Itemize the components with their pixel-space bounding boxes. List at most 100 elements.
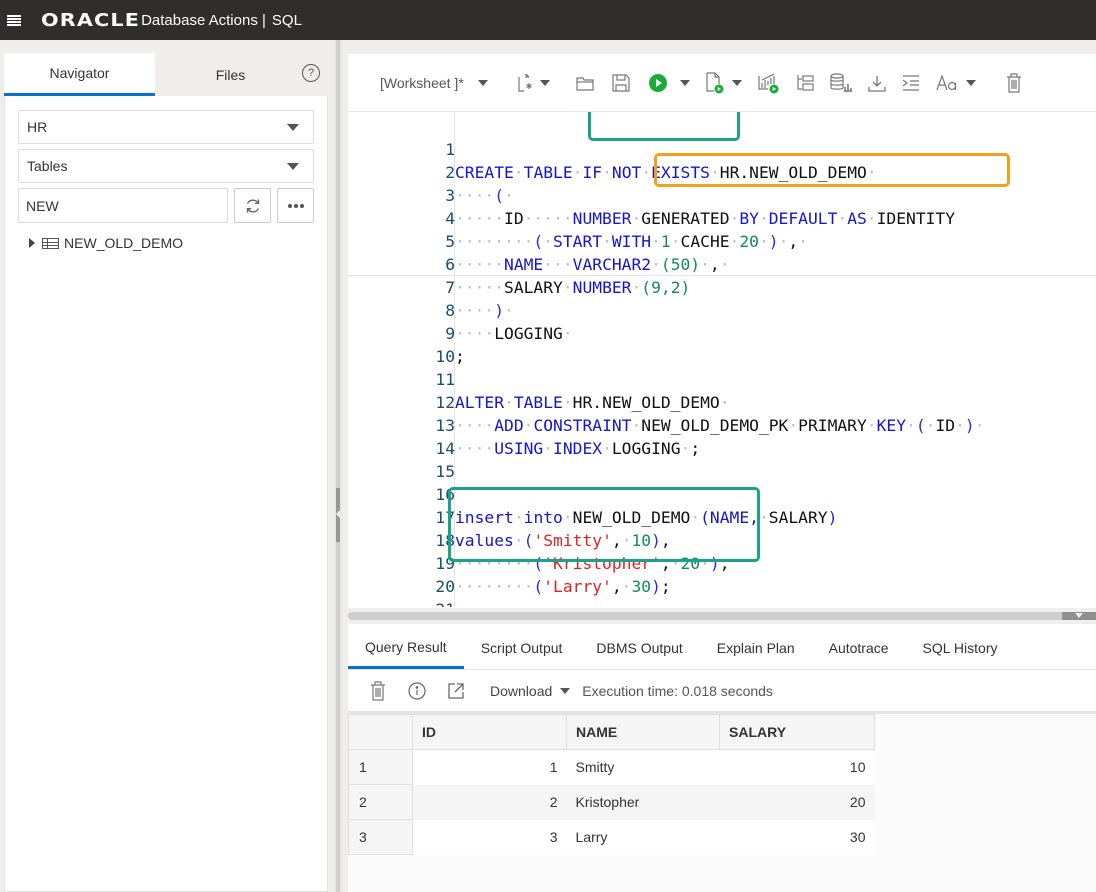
code-line: 6 ·····SALARY·NUMBER·(9,2)	[445, 255, 691, 297]
save-icon[interactable]	[612, 71, 630, 95]
code-line: 5 ·····NAME···VARCHAR2·(50)·,·	[445, 232, 730, 274]
code-line: 16 insert·into·NEW_OLD_DEMO·(NAME,·SALAR…	[435, 485, 838, 527]
download-label: Download	[490, 683, 553, 699]
code-line: 1 CREATE·TABLE·IF·NOT·EXISTS·HR.NEW_OLD_…	[348, 115, 1096, 182]
refresh-button[interactable]	[234, 188, 272, 223]
schema-select[interactable]: HR	[18, 110, 314, 144]
table-row[interactable]: 2 2 Kristopher 20	[348, 784, 875, 820]
cell-id[interactable]: 2	[412, 784, 567, 820]
tab-sql-history[interactable]: SQL History	[906, 627, 1015, 669]
code-line: 4 ········(·START·WITH·1·CACHE·20·)·,·	[445, 209, 809, 251]
object-filter-input[interactable]	[18, 188, 229, 223]
column-header-salary[interactable]: SALARY	[719, 714, 875, 750]
execution-time: Execution time: 0.018 seconds	[582, 683, 773, 699]
chevron-down-icon	[560, 688, 571, 694]
sql-editor[interactable]: 1 CREATE·TABLE·IF·NOT·EXISTS·HR.NEW_OLD_…	[348, 112, 1096, 607]
code-line: 18 ········('Kristopher',·20·),	[435, 531, 730, 573]
editor-pane: [Worksheet ]* 1 CREATE·TABLE·IF·NOT·EXIS…	[348, 54, 1096, 892]
column-header-id[interactable]: ID	[412, 714, 567, 750]
code-line: 3 ·····ID·····NUMBER·GENERATED·BY·DEFAUL…	[445, 186, 956, 228]
tab-files[interactable]: Files	[155, 53, 306, 96]
code-line: 10	[435, 347, 455, 366]
table-row[interactable]: 3 3 Larry 30	[348, 819, 875, 855]
code-line: 13 ····USING·INDEX·LOGGING·;	[435, 416, 701, 458]
top-bar: ORACLE Database Actions | SQL	[0, 0, 1096, 40]
run-dropdown[interactable]	[679, 79, 690, 86]
grid-header-row: ID NAME SALARY	[348, 714, 875, 750]
scrollbar-track[interactable]	[348, 612, 1074, 620]
cell-id[interactable]: 1	[412, 749, 567, 785]
download-icon[interactable]	[868, 71, 886, 95]
table-icon	[42, 237, 59, 249]
tab-navigator[interactable]: Navigator	[4, 53, 155, 96]
column-header-name[interactable]: NAME	[566, 714, 720, 750]
font-size-icon[interactable]	[936, 71, 958, 95]
open-in-new-icon[interactable]	[448, 683, 464, 699]
cell-salary[interactable]: 10	[719, 749, 875, 785]
sql-tuning-icon[interactable]	[830, 71, 852, 95]
code-line: 2 ····(·	[445, 163, 514, 205]
hamburger-menu-icon[interactable]	[7, 14, 21, 26]
scroll-down-button[interactable]	[1062, 612, 1096, 620]
row-number: 3	[348, 819, 413, 855]
autotrace-icon[interactable]	[758, 71, 780, 95]
chevron-down-icon	[287, 162, 299, 170]
code-line: 7 ····)·	[348, 253, 1096, 320]
object-type-select[interactable]: Tables	[18, 149, 314, 183]
row-number: 2	[348, 784, 413, 820]
run-script-icon[interactable]	[706, 71, 724, 95]
cell-salary[interactable]: 20	[719, 784, 875, 820]
tab-dbms-output[interactable]: DBMS Output	[579, 627, 699, 669]
trash-icon[interactable]	[370, 681, 386, 701]
code-line: 9 ;	[445, 324, 465, 366]
table-row[interactable]: 1 1 Smitty 10	[348, 749, 875, 785]
cell-name[interactable]: Smitty	[566, 749, 720, 785]
clear-icon[interactable]	[1006, 71, 1022, 95]
font-size-dropdown[interactable]	[965, 79, 976, 86]
run-statement-icon[interactable]	[648, 71, 668, 95]
tab-autotrace[interactable]: Autotrace	[812, 627, 906, 669]
app-section: SQL	[271, 11, 302, 29]
code-line: 17 values·('Smitty',·10),	[435, 508, 671, 550]
code-line: 20	[435, 577, 455, 596]
expand-icon[interactable]	[29, 238, 35, 248]
open-icon[interactable]	[576, 71, 594, 95]
more-icon	[287, 203, 304, 208]
more-actions-button[interactable]	[277, 188, 315, 223]
worksheet-selector[interactable]: [Worksheet ]*	[380, 75, 488, 91]
help-icon[interactable]: ?	[302, 64, 320, 82]
navigator-tabs: Navigator Files ?	[4, 53, 328, 96]
tab-explain-plan[interactable]: Explain Plan	[700, 627, 812, 669]
navigator-body: HR Tables NEW_OLD_DEMO	[4, 96, 328, 892]
info-icon[interactable]	[408, 682, 426, 700]
chevron-down-icon	[287, 123, 299, 131]
new-worksheet-dropdown[interactable]	[539, 79, 550, 86]
new-worksheet-icon[interactable]	[518, 71, 534, 95]
filter-row	[18, 188, 315, 223]
cell-salary[interactable]: 30	[719, 819, 875, 855]
editor-horizontal-scrollbar[interactable]	[348, 608, 1096, 624]
panel-splitter[interactable]	[334, 40, 342, 892]
result-grid-area: ID NAME SALARY 1 1 Smitty 10 2 2 Kristop…	[348, 714, 1096, 892]
oracle-logo: ORACLE	[41, 9, 140, 31]
collapse-panel-handle[interactable]	[336, 488, 340, 542]
navigator-panel: Navigator Files ? HR Tables NEW_OLD_DEMO	[4, 53, 328, 892]
cell-name[interactable]: Kristopher	[566, 784, 720, 820]
cell-id[interactable]: 3	[412, 819, 567, 855]
download-menu[interactable]: Download	[490, 683, 571, 699]
worksheet-name: [Worksheet ]*	[380, 74, 464, 91]
tree-item-table[interactable]: NEW_OLD_DEMO	[29, 235, 314, 251]
chevron-down-icon	[477, 79, 488, 86]
explain-plan-icon[interactable]	[796, 71, 814, 95]
code-line: 12 ····ADD·CONSTRAINT·NEW_OLD_DEMO_PK·PR…	[435, 393, 985, 435]
code-line: 11 ALTER·TABLE·HR.NEW_OLD_DEMO·	[435, 370, 730, 412]
code-line: 15	[435, 462, 455, 481]
code-line: 14	[435, 439, 455, 458]
format-icon[interactable]	[902, 71, 920, 95]
run-script-dropdown[interactable]	[731, 79, 742, 86]
tab-query-result[interactable]: Query Result	[348, 627, 464, 669]
tab-script-output[interactable]: Script Output	[464, 627, 580, 669]
app-title: Database Actions |	[141, 11, 266, 29]
cell-name[interactable]: Larry	[566, 819, 720, 855]
refresh-icon	[246, 198, 259, 213]
